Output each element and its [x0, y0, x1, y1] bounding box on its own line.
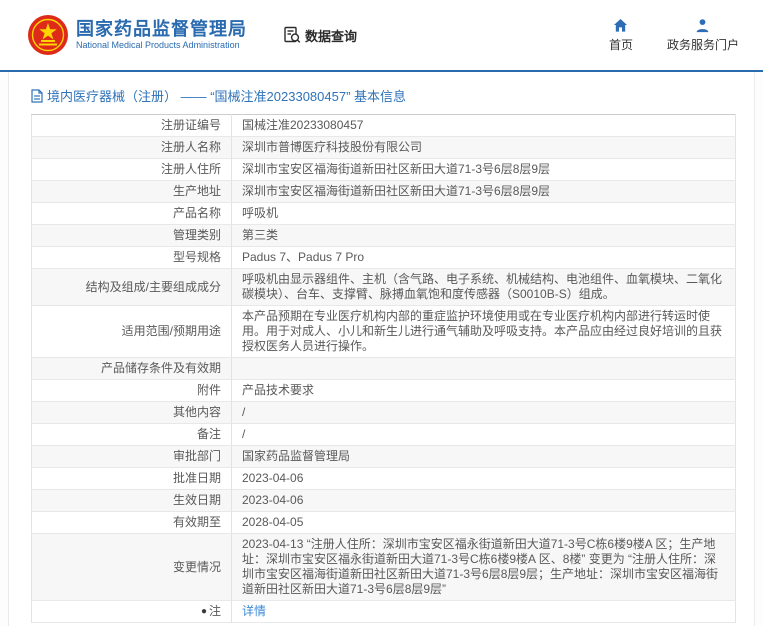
row-label: 有效期至 [32, 512, 232, 534]
row-label: 审批部门 [32, 446, 232, 468]
row-label: 产品储存条件及有效期 [32, 358, 232, 380]
row-value: 2028-04-05 [232, 512, 736, 534]
table-row: 注册证编号国械注准20233080457 [32, 115, 736, 137]
row-value: 国家药品监督管理局 [232, 446, 736, 468]
row-label: ●注 [32, 601, 232, 623]
row-label: 结构及组成/主要组成成分 [32, 269, 232, 306]
row-label: 生产地址 [32, 181, 232, 203]
row-value: 2023-04-06 [232, 490, 736, 512]
row-value: 深圳市宝安区福海街道新田社区新田大道71-3号6层8层9层 [232, 181, 736, 203]
row-value [232, 358, 736, 380]
row-value: / [232, 424, 736, 446]
table-row: 生产地址深圳市宝安区福海街道新田社区新田大道71-3号6层8层9层 [32, 181, 736, 203]
row-label: 备注 [32, 424, 232, 446]
top-nav: 首页 政务服务门户 [609, 18, 739, 53]
row-label: 注册人名称 [32, 137, 232, 159]
row-label: 变更情况 [32, 534, 232, 601]
row-value: Padus 7、Padus 7 Pro [232, 247, 736, 269]
table-row: ●注详情 [32, 601, 736, 623]
detail-table-body: 注册证编号国械注准20233080457注册人名称深圳市普博医疗科技股份有限公司… [32, 115, 736, 623]
row-value: 本产品预期在专业医疗机构内部的重症监护环境使用或在专业医疗机构内部进行转运时使用… [232, 306, 736, 358]
page-title-bar: 境内医疗器械（注册） —— “国械注准20233080457” 基本信息 [9, 72, 754, 114]
national-emblem-icon [28, 15, 68, 55]
table-row: 注册人住所深圳市宝安区福海街道新田社区新田大道71-3号6层8层9层 [32, 159, 736, 181]
home-icon [613, 18, 628, 33]
row-label: 适用范围/预期用途 [32, 306, 232, 358]
row-value: 国械注准20233080457 [232, 115, 736, 137]
row-label: 批准日期 [32, 468, 232, 490]
table-row: 管理类别第三类 [32, 225, 736, 247]
page-title: 境内医疗器械（注册） —— “国械注准20233080457” 基本信息 [47, 86, 406, 105]
org-name-en: National Medical Products Administration [76, 39, 247, 51]
row-value: 2023-04-06 [232, 468, 736, 490]
table-row: 生效日期2023-04-06 [32, 490, 736, 512]
row-label: 型号规格 [32, 247, 232, 269]
user-icon [695, 18, 710, 33]
org-name-cn: 国家药品监督管理局 [76, 19, 247, 39]
table-row: 注册人名称深圳市普博医疗科技股份有限公司 [32, 137, 736, 159]
table-row: 审批部门国家药品监督管理局 [32, 446, 736, 468]
row-label: 注册证编号 [32, 115, 232, 137]
table-row: 备注/ [32, 424, 736, 446]
table-row: 变更情况2023-04-13 “注册人住所：深圳市宝安区福永街道新田大道71-3… [32, 534, 736, 601]
site-header: 国家药品监督管理局 National Medical Products Admi… [0, 0, 763, 70]
nav-portal-label: 政务服务门户 [667, 36, 739, 53]
table-row: 产品储存条件及有效期 [32, 358, 736, 380]
row-label: 生效日期 [32, 490, 232, 512]
row-value: 深圳市宝安区福海街道新田社区新田大道71-3号6层8层9层 [232, 159, 736, 181]
site-logo: 国家药品监督管理局 National Medical Products Admi… [28, 15, 247, 55]
table-row: 型号规格Padus 7、Padus 7 Pro [32, 247, 736, 269]
table-row: 其他内容/ [32, 402, 736, 424]
nav-item-home[interactable]: 首页 [609, 18, 633, 53]
table-row: 结构及组成/主要组成成分呼吸机由显示器组件、主机（含气路、电子系统、机械结构、电… [32, 269, 736, 306]
row-value: 呼吸机由显示器组件、主机（含气路、电子系统、机械结构、电池组件、血氧模块、二氧化… [232, 269, 736, 306]
data-query-button[interactable]: 数据查询 [283, 26, 357, 45]
content-panel: 境内医疗器械（注册） —— “国械注准20233080457” 基本信息 注册证… [8, 72, 755, 626]
registration-detail-table: 注册证编号国械注准20233080457注册人名称深圳市普博医疗科技股份有限公司… [31, 114, 736, 623]
document-icon [31, 89, 43, 103]
row-value: 2023-04-13 “注册人住所：深圳市宝安区福永街道新田大道71-3号C栋6… [232, 534, 736, 601]
table-row: 附件产品技术要求 [32, 380, 736, 402]
table-row: 批准日期2023-04-06 [32, 468, 736, 490]
table-row: 产品名称呼吸机 [32, 203, 736, 225]
row-label: 注册人住所 [32, 159, 232, 181]
nav-home-label: 首页 [609, 36, 633, 53]
note-icon: ● [201, 606, 207, 617]
row-label: 产品名称 [32, 203, 232, 225]
row-value: / [232, 402, 736, 424]
data-query-label: 数据查询 [305, 26, 357, 45]
table-row: 适用范围/预期用途本产品预期在专业医疗机构内部的重症监护环境使用或在专业医疗机构… [32, 306, 736, 358]
data-query-icon [283, 26, 301, 44]
row-label: 管理类别 [32, 225, 232, 247]
nav-item-portal[interactable]: 政务服务门户 [667, 18, 739, 53]
row-value: 第三类 [232, 225, 736, 247]
table-row: 有效期至2028-04-05 [32, 512, 736, 534]
row-label: 其他内容 [32, 402, 232, 424]
row-label: 附件 [32, 380, 232, 402]
row-value: 呼吸机 [232, 203, 736, 225]
row-value: 深圳市普博医疗科技股份有限公司 [232, 137, 736, 159]
row-value: 详情 [232, 601, 736, 623]
org-names: 国家药品监督管理局 National Medical Products Admi… [76, 19, 247, 51]
detail-link[interactable]: 详情 [242, 604, 266, 618]
row-value: 产品技术要求 [232, 380, 736, 402]
